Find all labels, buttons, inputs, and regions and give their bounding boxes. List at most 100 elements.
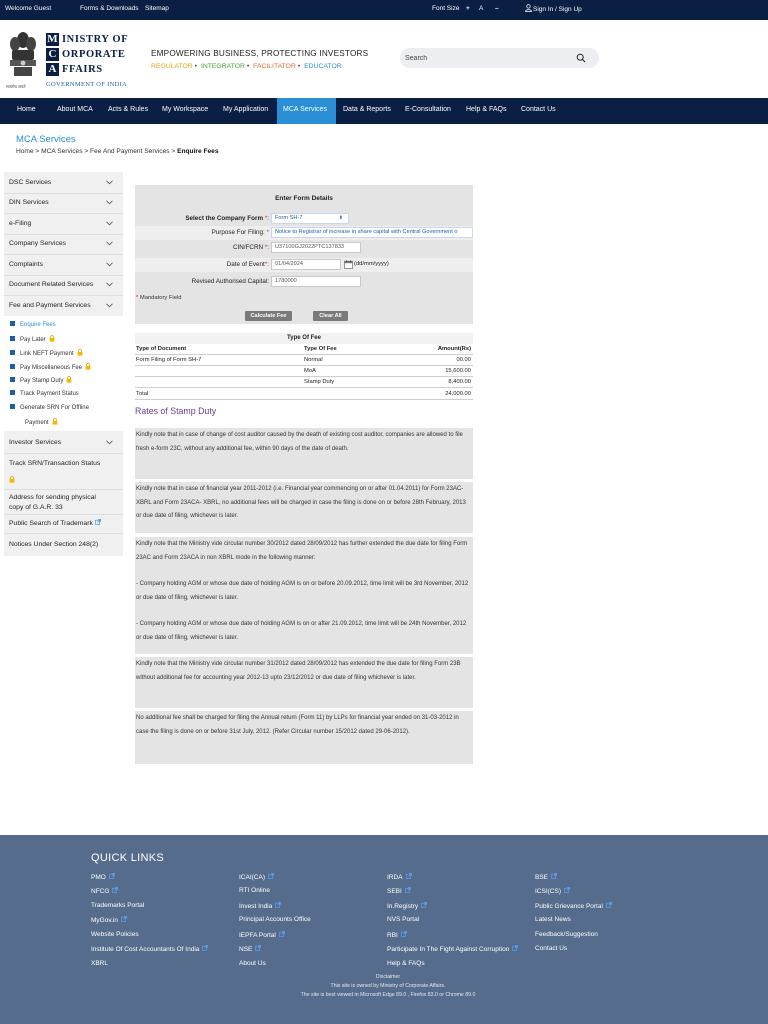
calendar-icon[interactable] xyxy=(344,260,353,269)
sidebar-item-notices-248[interactable]: Notices Under Section 248(2) xyxy=(0,539,119,550)
disclaimer-link[interactable]: Disclaimer xyxy=(44,974,732,980)
sidebar-sub-generate-srn-cont[interactable]: Payment xyxy=(25,418,58,426)
logo-letter-c: C xyxy=(46,48,59,61)
quick-link-irda[interactable]: IRDA xyxy=(387,873,412,881)
quick-link-invest-india[interactable]: Invest India xyxy=(239,902,282,910)
external-link-icon xyxy=(202,945,209,951)
clear-all-button[interactable]: Clear All xyxy=(313,311,348,321)
quick-link-feedback[interactable]: Feedback/Suggestion xyxy=(535,931,598,938)
quick-link-icsi-cs[interactable]: ICSI(CS) xyxy=(535,887,570,895)
breadcrumb: Home > MCA Services > Fee And Payment Se… xyxy=(16,148,219,155)
sidebar-item-company-services[interactable]: Company Services xyxy=(0,234,119,254)
quick-link-sebi[interactable]: SEBI xyxy=(387,887,411,895)
sidebar-item-investor-services[interactable]: Investor Services xyxy=(0,433,119,453)
sidebar-item-document-related-services[interactable]: Document Related Services xyxy=(0,275,119,295)
lock-icon xyxy=(52,418,58,425)
font-decrease-button[interactable]: – xyxy=(495,5,499,12)
nav-about-mca[interactable]: About MCA xyxy=(51,98,99,124)
sidebar-item-fee-and-payment-services[interactable]: Fee and Payment Services xyxy=(0,295,119,316)
sitemap-link[interactable]: Sitemap xyxy=(145,5,169,12)
quick-link-principal-accounts[interactable]: Principal Accounts Office xyxy=(239,916,311,923)
sidebar-item-label: Complaints xyxy=(9,261,43,268)
external-link-icon xyxy=(268,873,274,879)
quick-link-xbrl[interactable]: XBRL xyxy=(91,960,108,967)
quick-link-latest-news[interactable]: Latest News xyxy=(535,916,571,923)
sidebar-item-e-filing[interactable]: e-Filing xyxy=(0,213,119,234)
forms-downloads-link[interactable]: Forms & Downloads xyxy=(80,5,139,12)
cell-fee-type: Stamp Duty xyxy=(304,379,335,385)
nav-my-application[interactable]: My Application xyxy=(217,98,274,124)
nav-acts-rules[interactable]: Acts & Rules xyxy=(102,98,154,124)
cell-amount: 8,400.00 xyxy=(448,379,471,385)
font-increase-button[interactable]: + xyxy=(466,5,470,12)
nav-my-workspace[interactable]: My Workspace xyxy=(156,98,214,124)
search-input[interactable] xyxy=(400,48,570,68)
sidebar-sub-pay-miscellaneous-fee[interactable]: Pay Miscellaneous Fee xyxy=(10,363,91,371)
quick-link-in-registry[interactable]: In.Registry xyxy=(387,902,427,910)
sidebar-sub-link-neft-payment[interactable]: Link NEFT Payment xyxy=(10,349,83,357)
purpose-field[interactable]: Notice to Registrar of increase in share… xyxy=(271,227,473,238)
sidebar-item-public-search-trademark[interactable]: Public Search of Trademark xyxy=(0,518,119,529)
sidebar-item-complaints[interactable]: Complaints xyxy=(0,254,119,275)
sidebar-item-label: Public Search of Trademark xyxy=(9,520,93,527)
quick-link-nvs-portal[interactable]: NVS Portal xyxy=(387,916,419,923)
nav-mca-services[interactable]: MCA Services xyxy=(277,98,336,124)
calculate-fee-button[interactable]: Calculate Fee xyxy=(245,311,292,321)
quick-link-icai-ca[interactable]: ICAI(CA) xyxy=(239,873,274,881)
quick-link-trademarks-portal[interactable]: Trademarks Portal xyxy=(91,902,144,909)
nav-contact-us[interactable]: Contact Us xyxy=(515,98,562,124)
authorised-capital-input[interactable]: 1780000 xyxy=(271,276,361,287)
quick-link-nfcg[interactable]: NFCG xyxy=(91,887,119,895)
quick-link-bse[interactable]: BSE xyxy=(535,873,557,881)
nav-help-faqs[interactable]: Help & FAQs xyxy=(460,98,512,124)
quick-link-mygov[interactable]: MyGov.in xyxy=(91,916,127,924)
nav-data-reports[interactable]: Data & Reports xyxy=(337,98,397,124)
cin-row: CIN/FCRN *: U37100GJ2022PTC137833 xyxy=(135,241,473,255)
cin-input[interactable]: U37100GJ2022PTC137833 xyxy=(271,242,361,253)
company-form-select[interactable]: Form SH-7 ⬍ xyxy=(271,213,349,224)
quick-link-fight-corruption[interactable]: Participate In The Fight Against Corrupt… xyxy=(387,945,519,953)
quick-link-contact-us[interactable]: Contact Us xyxy=(535,945,567,952)
sidebar-item-din-services[interactable]: DIN Services xyxy=(0,193,119,213)
sidebar-item-track-srn[interactable]: Track SRN/Transaction Status xyxy=(0,458,119,470)
quick-link-iepfa[interactable]: IEPFA Portal xyxy=(239,931,285,939)
table-row: MoA 15,600.00 xyxy=(135,366,473,377)
sidebar-item-address-gar33[interactable]: Address for sending physical copy of G.A.… xyxy=(0,493,119,513)
search-icon[interactable] xyxy=(576,53,586,63)
quick-link-public-grievance[interactable]: Public Grievance Portal xyxy=(535,902,612,910)
sidebar-sub-enquire-fees[interactable]: Enquire Fees xyxy=(10,321,56,328)
date-row: Date of Event*: 01/04/2024 (dd/mm/yyyy) xyxy=(135,258,473,272)
external-link-icon xyxy=(275,902,282,908)
quick-link-icai-cost[interactable]: Institute Of Cost Accountants Of India xyxy=(91,945,209,953)
quick-link-help-faqs[interactable]: Help & FAQs xyxy=(387,960,425,967)
sign-in-link[interactable]: Sign In / Sign Up xyxy=(525,4,582,13)
browser-support-text: The site is best viewed in Microsoft Edg… xyxy=(300,992,476,998)
breadcrumb-trail[interactable]: Home > MCA Services > Fee And Payment Se… xyxy=(16,148,177,155)
quick-link-about-us[interactable]: About Us xyxy=(239,960,266,967)
sidebar-item-label: Company Services xyxy=(9,240,67,247)
sidebar-sub-pay-stamp-duty[interactable]: Pay Stamp Duty xyxy=(10,376,72,384)
font-reset-button[interactable]: A xyxy=(479,5,483,12)
form-title: Enter Form Details xyxy=(275,195,333,202)
sidebar-sub-track-payment-status[interactable]: Track Payment Status xyxy=(10,390,79,397)
quick-link-rbi[interactable]: RBI xyxy=(387,931,407,939)
nav-home[interactable]: Home xyxy=(11,98,42,124)
quick-link-website-policies[interactable]: Website Policies xyxy=(91,931,139,938)
quick-link-rti-online[interactable]: RTI Online xyxy=(239,887,270,894)
date-of-event-input[interactable]: 01/04/2024 xyxy=(271,259,341,270)
sidebar-item-label: DSC Services xyxy=(9,179,52,186)
quick-link-pmo[interactable]: PMO xyxy=(91,873,115,881)
sidebar-sub-label: Pay Miscellaneous Fee xyxy=(20,365,83,371)
rates-of-stamp-duty-link[interactable]: Rates of Stamp Duty xyxy=(135,406,216,416)
sidebar-sub-pay-later[interactable]: Pay Later xyxy=(10,335,55,343)
nav-e-consultation[interactable]: E-Consultation xyxy=(399,98,457,124)
sidebar-item-dsc-services[interactable]: DSC Services xyxy=(0,172,119,193)
mca-logo[interactable]: M INISTRY OF C ORPORATE A FFAIRS xyxy=(46,32,136,77)
cell-amount: 24,000.00 xyxy=(445,391,471,397)
external-link-icon xyxy=(121,916,127,922)
chevron-down-icon xyxy=(106,262,113,266)
quick-link-nse[interactable]: NSE xyxy=(239,945,262,953)
sidebar-sub-generate-srn[interactable]: Generate SRN For Offline xyxy=(10,404,89,411)
sidebar-item-label: Notices Under Section 248(2) xyxy=(9,541,99,548)
external-link-icon xyxy=(94,519,101,525)
